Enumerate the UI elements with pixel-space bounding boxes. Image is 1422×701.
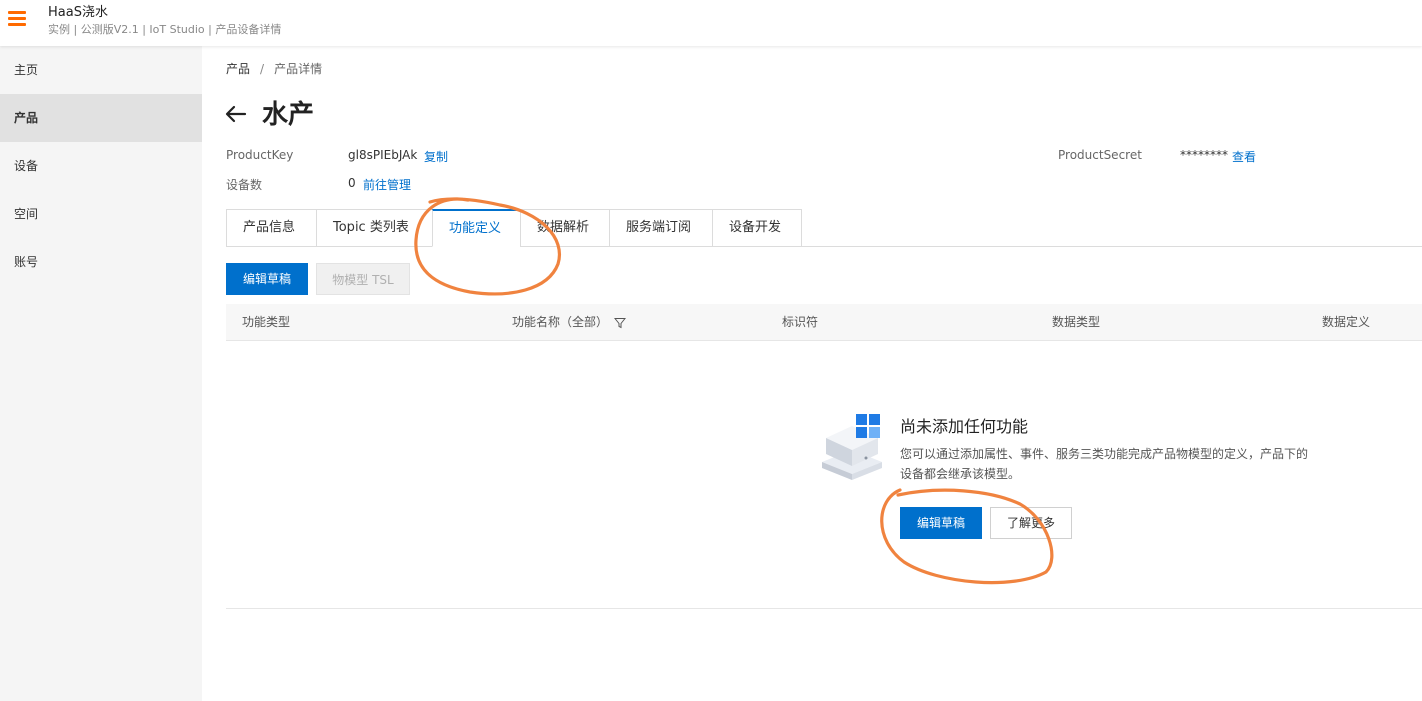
tab-device-development[interactable]: 设备开发	[712, 209, 802, 247]
product-key-value: gl8sPIEbJAk	[348, 148, 418, 162]
column-identifier: 标识符	[782, 315, 819, 329]
column-function-type: 功能类型	[242, 315, 291, 329]
breadcrumb-separator: /	[260, 62, 265, 76]
column-data-type: 数据类型	[1052, 315, 1101, 329]
table-bottom-divider	[226, 608, 1422, 609]
breadcrumb: 产品 / 产品详情	[226, 60, 322, 77]
sidebar: 主页 产品 设备 空间 账号	[0, 46, 202, 701]
device-count-value: 0	[348, 176, 356, 190]
back-arrow-icon[interactable]	[224, 102, 248, 126]
sidebar-item-account[interactable]: 账号	[0, 238, 202, 286]
page-title: 水产	[262, 100, 315, 130]
view-secret-link[interactable]: 查看	[1232, 148, 1256, 165]
device-count-label: 设备数	[226, 178, 263, 192]
learn-more-button[interactable]: 了解更多	[990, 507, 1072, 539]
sidebar-item-space[interactable]: 空间	[0, 190, 202, 238]
app-title: HaaS浇水	[48, 5, 108, 20]
empty-state-illustration-icon	[822, 414, 882, 480]
manage-devices-link[interactable]: 前往管理	[363, 176, 411, 193]
main-content: 产品 / 产品详情 水产 ProductKey gl8sPIEbJAk 复制 Pro…	[202, 46, 1422, 701]
tab-function-definition[interactable]: 功能定义	[432, 209, 520, 247]
menu-icon[interactable]	[8, 11, 26, 29]
filter-icon[interactable]	[614, 317, 627, 329]
empty-state-description: 您可以通过添加属性、事件、服务三类功能完成产品物模型的定义，产品下的设备都会继承…	[900, 447, 1309, 481]
tab-server-subscription[interactable]: 服务端订阅	[609, 209, 712, 247]
column-data-definition: 数据定义	[1322, 315, 1371, 329]
tab-topic-list[interactable]: Topic 类列表	[316, 209, 432, 247]
column-function-name[interactable]: 功能名称（全部）	[512, 304, 627, 341]
product-secret-label: ProductSecret	[1058, 148, 1142, 162]
sidebar-item-product[interactable]: 产品	[0, 94, 202, 142]
sidebar-item-home[interactable]: 主页	[0, 46, 202, 94]
product-key-label: ProductKey	[226, 148, 294, 162]
app-subtitle: 实例 | 公测版V2.1 | IoT Studio | 产品设备详情	[48, 23, 282, 36]
copy-link[interactable]: 复制	[424, 148, 448, 165]
table-header: 功能类型 功能名称（全部） 标识符 数据类型 数据定义	[226, 304, 1422, 341]
edit-draft-button[interactable]: 编辑草稿	[226, 263, 308, 295]
tsl-button: 物模型 TSL	[316, 263, 410, 295]
tab-product-info[interactable]: 产品信息	[226, 209, 316, 247]
breadcrumb-current: 产品详情	[274, 62, 323, 76]
product-secret-value: ********	[1180, 148, 1228, 162]
column-function-name-label: 功能名称（全部）	[512, 315, 609, 329]
empty-state-title: 尚未添加任何功能	[900, 417, 1029, 436]
sidebar-item-device[interactable]: 设备	[0, 142, 202, 190]
empty-edit-draft-button[interactable]: 编辑草稿	[900, 507, 982, 539]
tab-bar: 产品信息 Topic 类列表 功能定义 数据解析 服务端订阅 设备开发	[226, 209, 802, 247]
top-bar: HaaS浇水 实例 | 公测版V2.1 | IoT Studio | 产品设备详…	[0, 0, 1422, 46]
breadcrumb-root[interactable]: 产品	[226, 62, 250, 76]
tab-data-parsing[interactable]: 数据解析	[520, 209, 609, 247]
